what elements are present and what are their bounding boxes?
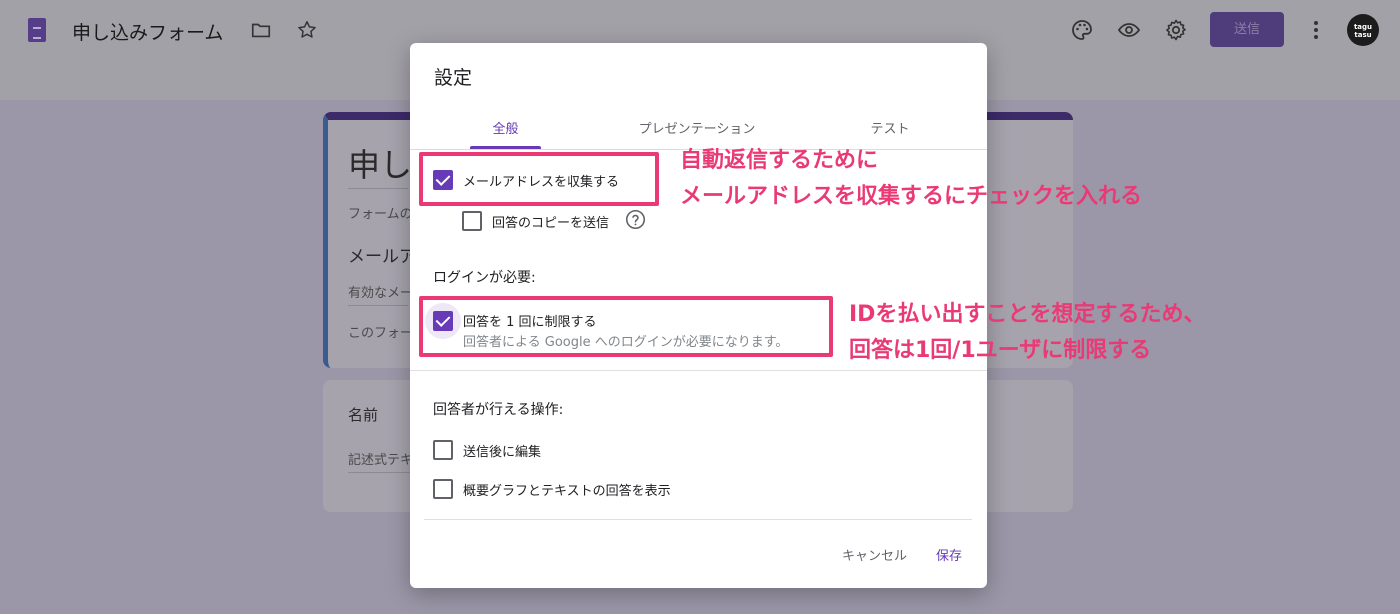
section-divider [410,370,987,371]
highlight-limit-one [419,296,833,357]
settings-gear-icon[interactable] [1164,18,1188,42]
edit-after-submit-checkbox[interactable] [433,440,453,460]
bg-email-hint: 有効なメー [348,286,414,301]
annotation-limit-line2: 回答は1回/1ユーザに制限する [849,338,1152,363]
highlight-collect-email [419,152,659,206]
bg-divider [348,472,410,473]
annotation-limit-line1: IDを払い出すことを想定するため、 [849,302,1206,327]
login-section-heading: ログインが必要: [433,270,536,286]
preview-eye-icon[interactable] [1117,18,1141,42]
show-summary-checkbox[interactable] [433,479,453,499]
footer-divider [424,519,972,520]
cancel-button[interactable]: キャンセル [842,545,907,564]
bg-name-placeholder: 記述式テキ [348,453,414,468]
star-icon[interactable] [296,19,318,41]
respondent-section-heading: 回答者が行える操作: [433,402,564,418]
bg-email-label: メールア [348,247,416,267]
form-title[interactable]: 申し込みフォーム [72,18,223,45]
send-button[interactable]: 送信 [1210,12,1284,47]
dialog-title: 設定 [434,67,473,89]
edit-after-submit-label: 送信後に編集 [463,445,542,460]
more-vert-icon[interactable] [1306,19,1326,41]
forms-doc-icon[interactable] [28,18,46,42]
avatar[interactable]: tagu tasu [1347,14,1379,46]
annotation-email-line2: メールアドレスを収集するにチェックを入れる [680,184,1143,209]
save-button[interactable]: 保存 [936,545,962,564]
send-copy-checkbox[interactable] [462,211,482,231]
send-copy-label: 回答のコピーを送信 [492,216,610,231]
bg-form-title: 申し [348,146,413,184]
folder-icon[interactable] [250,19,272,41]
show-summary-label: 概要グラフとテキストの回答を表示 [463,484,671,499]
tab-presentation[interactable]: プレゼンテーション [622,118,772,137]
palette-icon[interactable] [1070,18,1094,42]
bg-name-label: 名前 [348,406,379,424]
tab-general[interactable]: 全般 [470,118,541,137]
bg-form-note: このフォー [348,326,414,341]
annotation-email-line1: 自動返信するために [680,148,879,173]
tab-test[interactable]: テスト [850,118,930,137]
help-icon[interactable] [625,209,646,230]
bg-divider [348,188,408,189]
bg-divider [348,305,408,306]
bg-form-description: フォームの [348,207,413,222]
